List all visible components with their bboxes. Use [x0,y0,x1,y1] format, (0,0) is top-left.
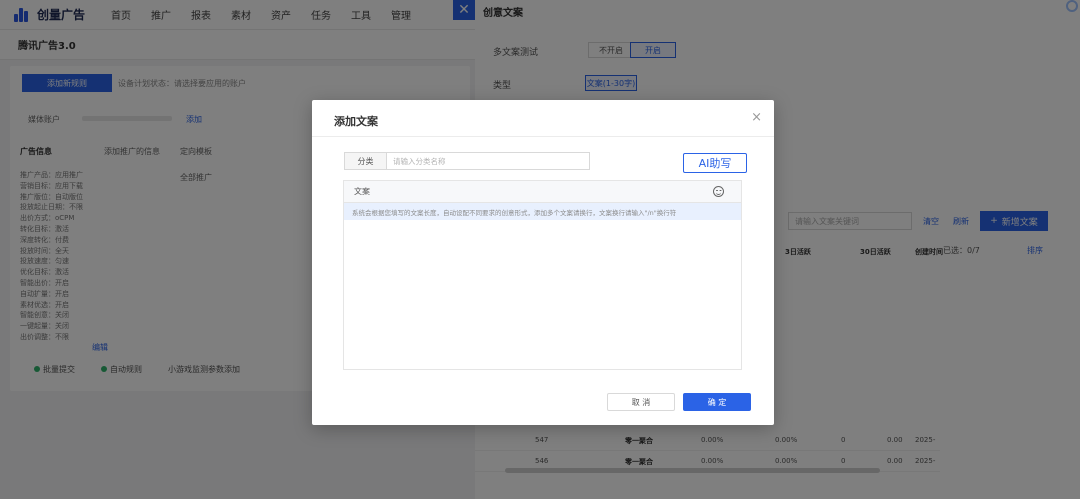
copy-editor[interactable]: 文案 系统会根据您填写的文案长度，自动设配不同要求的创意形式，添加多个文案请换行… [343,180,742,370]
close-icon[interactable]: × [751,110,762,125]
confirm-button[interactable]: 确 定 [683,393,751,411]
copy-header-label: 文案 [354,187,370,196]
ai-assist-button[interactable]: AI助写 [683,153,747,173]
divider [312,136,774,137]
cancel-button[interactable]: 取 消 [607,393,675,411]
category-input[interactable] [387,153,589,169]
category-field: 分类 [344,152,590,170]
copy-header: 文案 [344,181,741,203]
modal-title: 添加文案 [334,115,378,128]
category-label: 分类 [345,153,387,169]
add-copy-modal: 添加文案 × 分类 AI助写 文案 系统会根据您填写的文案长度，自动设配不同要求… [312,100,774,425]
copy-hint: 系统会根据您填写的文案长度，自动设配不同要求的创意形式，添加多个文案请换行，文案… [344,203,741,220]
emoji-icon[interactable] [713,186,724,197]
